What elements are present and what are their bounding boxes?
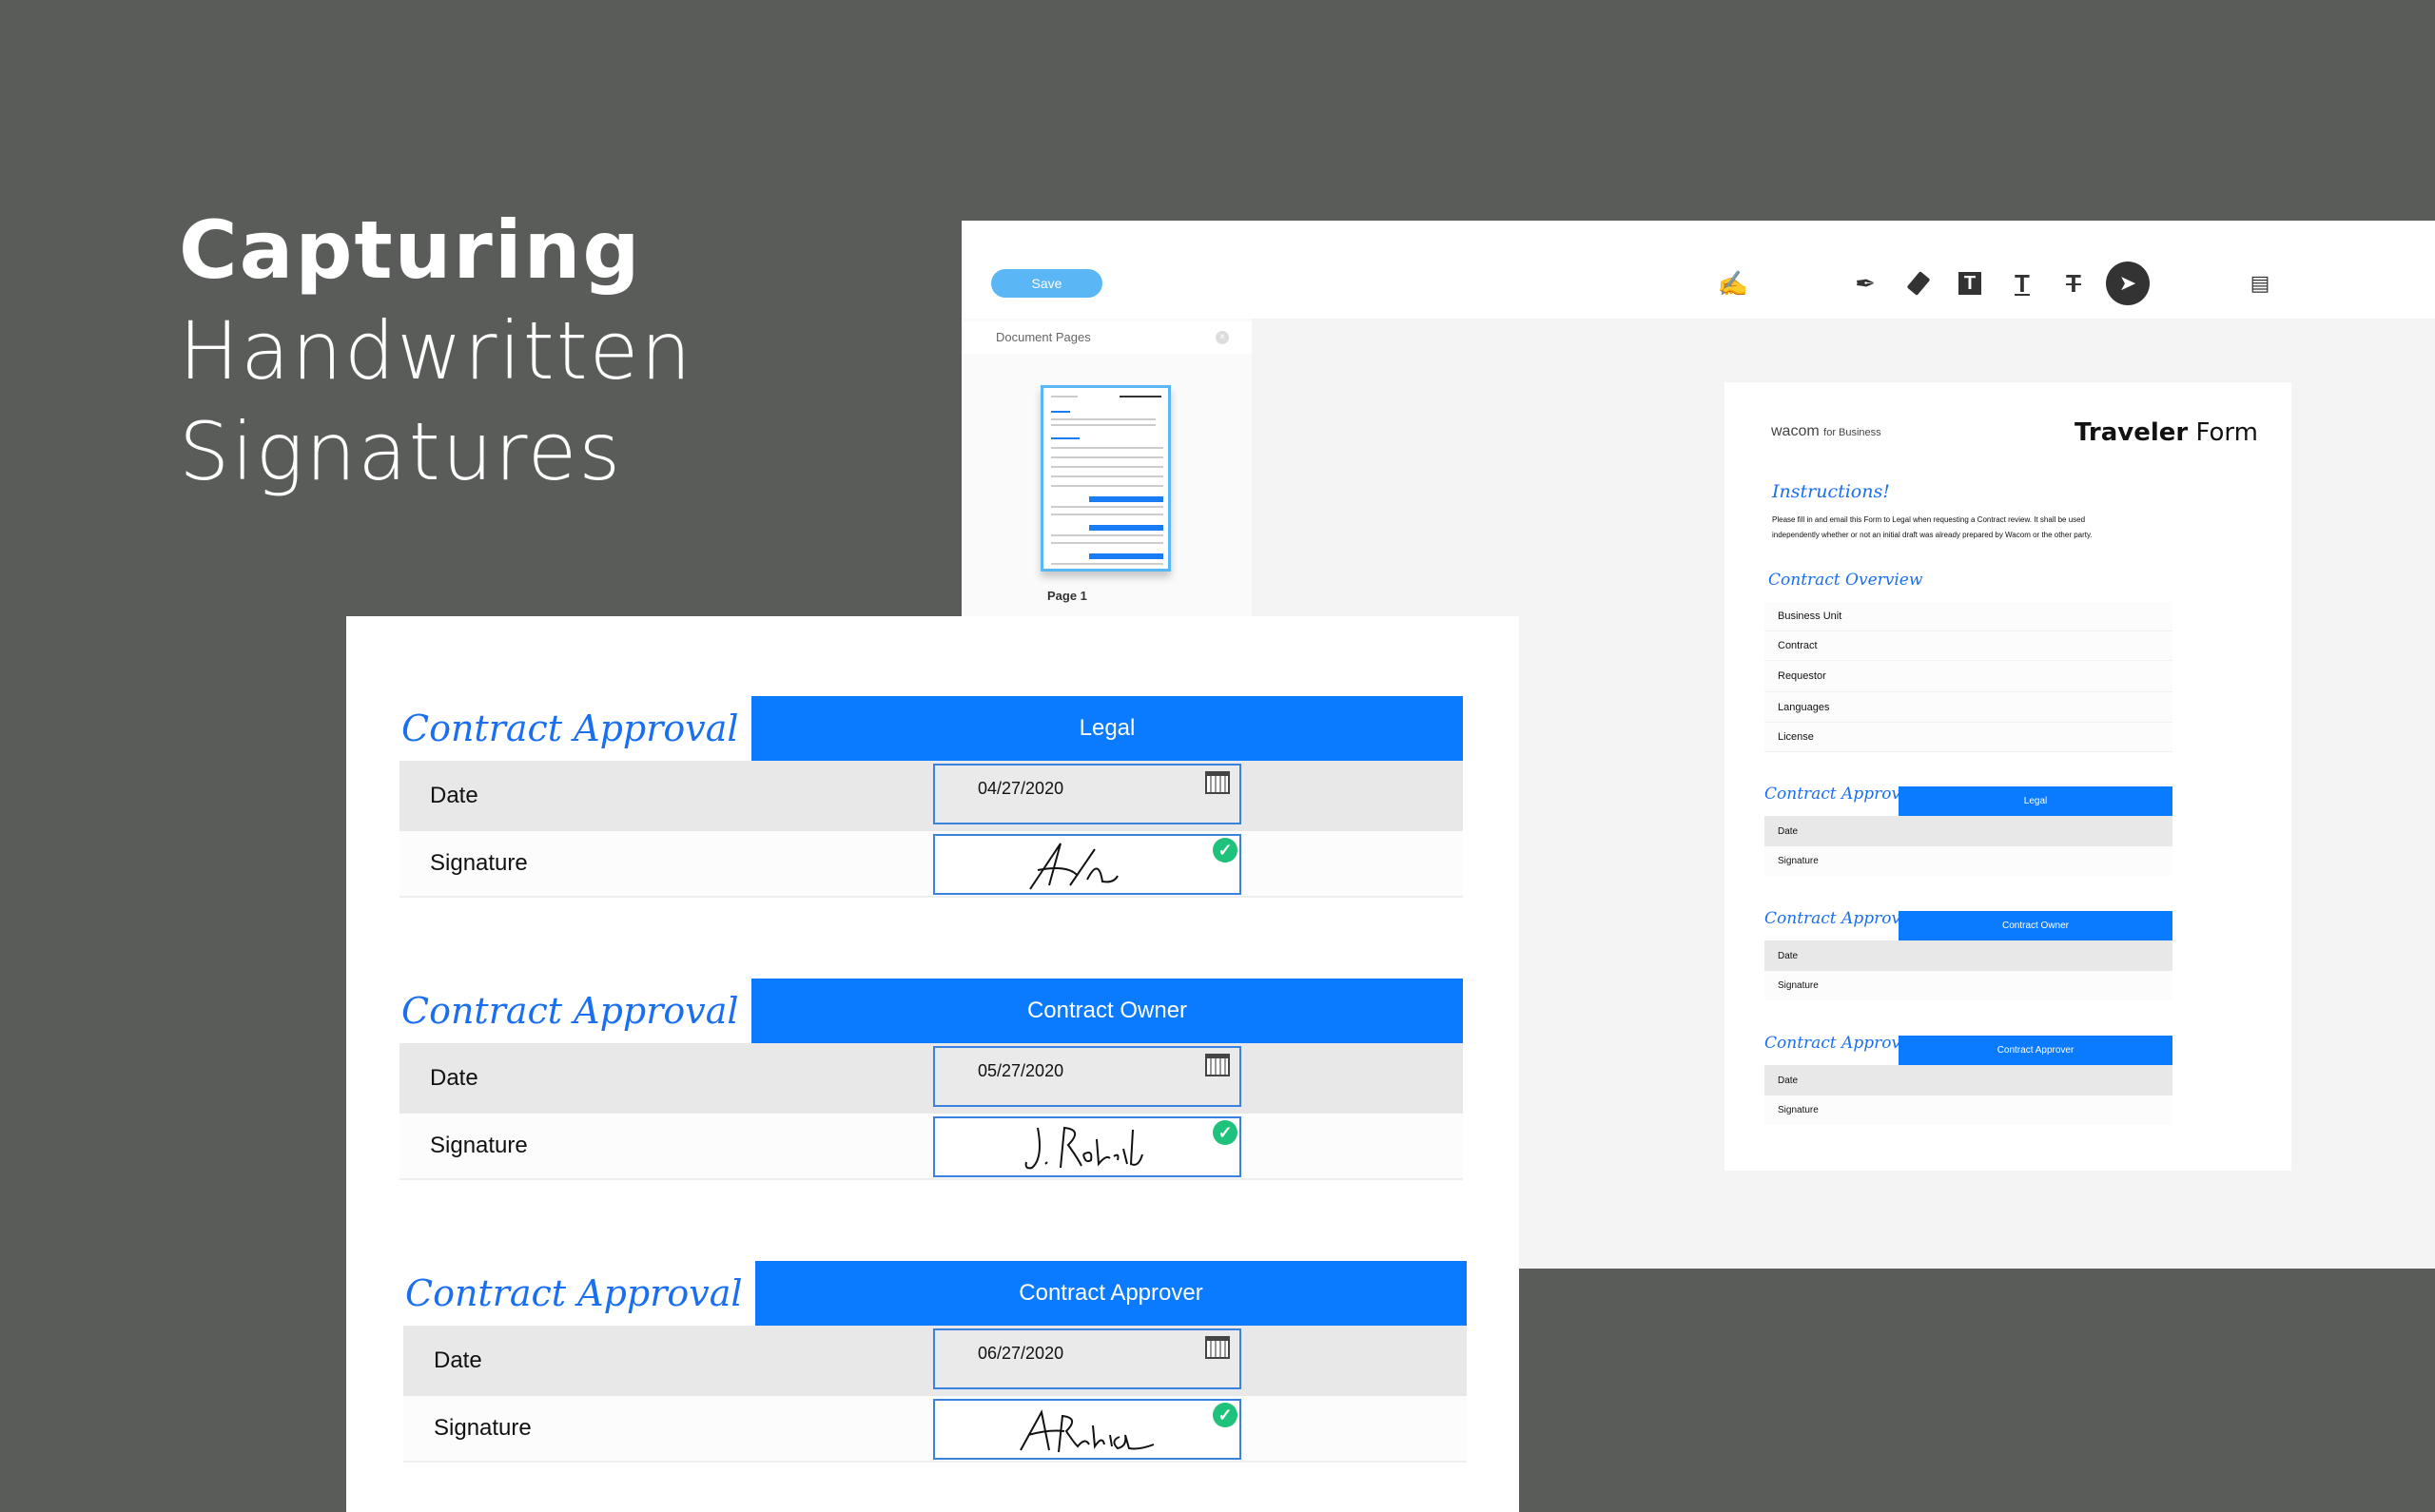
section-title: Contract Approval bbox=[401, 708, 739, 749]
signature-row[interactable]: Signature bbox=[1764, 846, 2172, 876]
page-label: Page 1 bbox=[1047, 589, 1087, 603]
signature-pen-icon[interactable]: ✍ bbox=[1716, 266, 1750, 300]
check-icon: ✓ bbox=[1213, 838, 1237, 863]
date-input[interactable]: 04/27/2020 bbox=[933, 764, 1241, 824]
signature-row[interactable]: Signature bbox=[1764, 971, 2172, 1000]
check-icon: ✓ bbox=[1213, 1403, 1237, 1427]
toolbar: Save bbox=[962, 221, 2435, 319]
date-row[interactable]: Date bbox=[1764, 816, 2172, 846]
form-title: Traveler Form bbox=[2075, 418, 2258, 447]
section-title: Contract Approval bbox=[401, 990, 739, 1032]
section-role: Legal bbox=[1899, 786, 2172, 816]
comment-icon[interactable]: ▤ bbox=[2243, 266, 2277, 300]
date-row[interactable]: Date bbox=[1764, 1065, 2172, 1095]
hero-line-1: Capturing bbox=[179, 204, 642, 297]
text-underline-icon[interactable]: T bbox=[2005, 266, 2039, 300]
text-box-icon[interactable]: T bbox=[1953, 266, 1987, 300]
overview-row[interactable]: Contract bbox=[1764, 631, 2172, 661]
page-thumbnail[interactable] bbox=[1041, 385, 1171, 572]
calendar-icon[interactable] bbox=[1205, 1054, 1230, 1076]
section-role: Contract Owner bbox=[751, 979, 1463, 1043]
section-role: Legal bbox=[751, 696, 1463, 761]
section-role: Contract Approver bbox=[755, 1261, 1467, 1326]
approval-section: Contract Approval Contract Owner Date Si… bbox=[399, 979, 1465, 1180]
instructions-line-1: Please fill in and email this Form to Le… bbox=[1772, 515, 2086, 524]
section-role: Contract Owner bbox=[1899, 911, 2172, 940]
pen-icon[interactable]: ✒ bbox=[1848, 266, 1882, 300]
overview-row[interactable]: Languages bbox=[1764, 692, 2172, 723]
section-title: Contract Approval bbox=[1764, 909, 1916, 928]
signature-image bbox=[1020, 1409, 1155, 1453]
date-label: Date bbox=[399, 761, 1463, 831]
calendar-icon[interactable] bbox=[1205, 1336, 1230, 1359]
check-icon: ✓ bbox=[1213, 1120, 1237, 1145]
hero-heading: Capturing Handwritten Signatures bbox=[179, 200, 693, 502]
panel-header: Document Pages × bbox=[962, 321, 1252, 354]
signature-field[interactable]: ✓ bbox=[933, 1116, 1241, 1177]
overview-row[interactable]: Business Unit bbox=[1764, 602, 2172, 631]
instructions-heading: Instructions! bbox=[1772, 481, 1890, 502]
overview-heading: Contract Overview bbox=[1768, 571, 1923, 590]
overview-row[interactable]: License bbox=[1764, 723, 2172, 752]
approval-section: Contract Approval Legal Date Signature 0… bbox=[399, 696, 1465, 898]
signature-field[interactable]: ✓ bbox=[933, 834, 1241, 895]
close-icon[interactable]: × bbox=[1216, 331, 1229, 344]
document-page: wacom for Business Traveler Form Instruc… bbox=[1724, 382, 2291, 1171]
signature-image bbox=[1029, 843, 1119, 890]
approval-section: Contract Approval Contract Approver Date… bbox=[403, 1261, 1469, 1463]
doc-approval-section: Contract Approval Contract Owner Date Si… bbox=[1724, 909, 2291, 1006]
date-label: Date bbox=[399, 1043, 1463, 1114]
signature-field[interactable]: ✓ bbox=[933, 1399, 1241, 1460]
section-title: Contract Approval bbox=[1764, 785, 1916, 804]
hero-line-3: Signatures bbox=[179, 405, 623, 498]
signature-row[interactable]: Signature bbox=[1764, 1095, 2172, 1125]
date-row[interactable]: Date bbox=[1764, 940, 2172, 971]
signature-image bbox=[1024, 1126, 1143, 1170]
text-strikethrough-icon[interactable]: T bbox=[2056, 266, 2091, 300]
signed-form-card: Contract Approval Legal Date Signature 0… bbox=[346, 616, 1519, 1512]
select-cursor-icon[interactable]: ➤ bbox=[2106, 262, 2150, 305]
section-title: Contract Approval bbox=[405, 1272, 743, 1314]
panel-title: Document Pages bbox=[996, 330, 1091, 344]
date-value: 04/27/2020 bbox=[978, 779, 1064, 798]
overview-row[interactable]: Requestor bbox=[1764, 661, 2172, 692]
instructions-line-2: independently whether or not an initial … bbox=[1772, 531, 2093, 539]
signature-label: Signature bbox=[399, 1114, 1463, 1180]
date-value: 06/27/2020 bbox=[978, 1344, 1064, 1363]
date-input[interactable]: 06/27/2020 bbox=[933, 1328, 1241, 1389]
calendar-icon[interactable] bbox=[1205, 771, 1230, 794]
section-title: Contract Approval bbox=[1764, 1034, 1916, 1053]
section-role: Contract Approver bbox=[1899, 1036, 2172, 1065]
date-value: 05/27/2020 bbox=[978, 1061, 1064, 1080]
eraser-icon[interactable] bbox=[1901, 266, 1936, 300]
doc-approval-section: Contract Approval Contract Approver Date… bbox=[1724, 1034, 2291, 1131]
hero-line-2: Handwritten bbox=[179, 304, 693, 397]
wacom-logo: wacom for Business bbox=[1771, 423, 1881, 439]
signature-label: Signature bbox=[399, 831, 1463, 898]
date-input[interactable]: 05/27/2020 bbox=[933, 1046, 1241, 1107]
save-button[interactable]: Save bbox=[991, 269, 1102, 298]
doc-approval-section: Contract Approval Legal Date Signature bbox=[1724, 785, 2291, 882]
